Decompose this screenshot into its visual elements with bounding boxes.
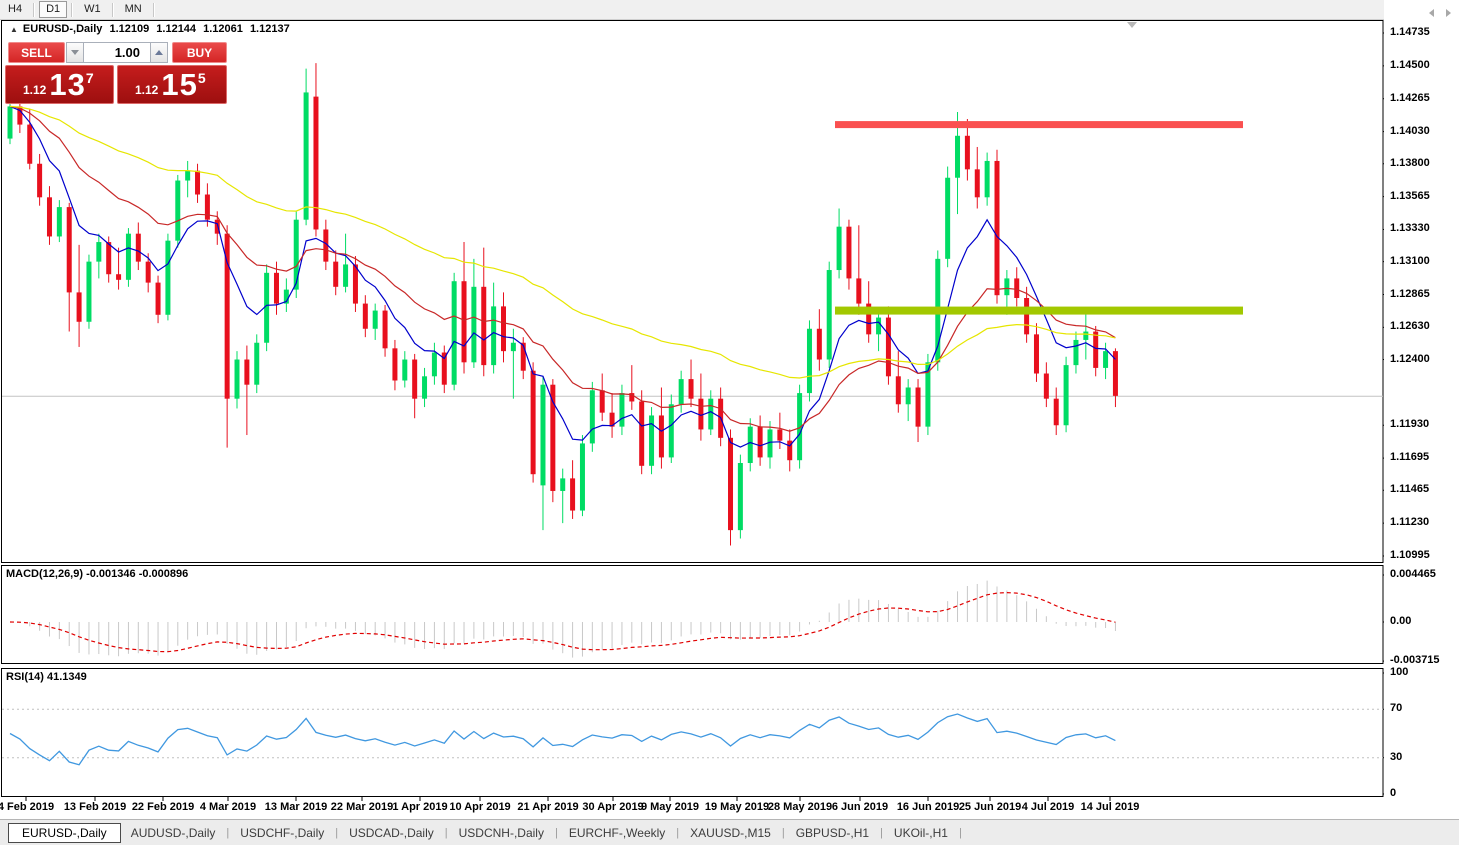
price-axis-label: 1.14030 — [1390, 125, 1430, 137]
sell-price-sup: 7 — [86, 70, 94, 86]
date-axis-label: 4 Mar 2019 — [200, 801, 256, 813]
date-axis-label: 19 May 2019 — [705, 801, 769, 813]
macd-indicator-label: MACD(12,26,9) -0.001346 -0.000896 — [6, 568, 188, 580]
price-axis-label: 1.12630 — [1390, 320, 1430, 332]
arrow-up-icon — [155, 50, 163, 55]
tab-separator: | — [226, 827, 229, 839]
chart-tab-bar: EURUSD-,DailyAUDUSD-,Daily|USDCHF-,Daily… — [0, 819, 1459, 845]
chart-tab-audusd[interactable]: AUDUSD-,Daily — [121, 824, 226, 842]
arrow-down-icon — [71, 50, 79, 55]
sell-price-prefix: 1.12 — [23, 83, 46, 97]
sell-price-big: 13 — [49, 67, 85, 103]
rsi-value: 41.1349 — [47, 671, 87, 683]
one-click-trading-panel: SELL BUY 1.12 13 7 1.12 15 5 — [5, 42, 227, 104]
sell-price-panel[interactable]: 1.12 13 7 — [5, 65, 114, 104]
ohlc-close: 1.12137 — [250, 23, 290, 35]
price-axis-label: 1.10995 — [1390, 549, 1430, 561]
chart-tab-eurusd[interactable]: EURUSD-,Daily — [8, 823, 121, 843]
price-axis-label: 1.11930 — [1390, 418, 1429, 430]
date-axis-label: 1 Apr 2019 — [392, 801, 447, 813]
date-axis-label: 14 Jul 2019 — [1081, 801, 1140, 813]
chart-tab-eurchf[interactable]: EURCHF-,Weekly — [559, 824, 675, 842]
price-axis-label: 1.11465 — [1390, 483, 1429, 495]
macd-values: -0.001346 -0.000896 — [86, 568, 188, 580]
chart-tab-usdcad[interactable]: USDCAD-,Daily — [339, 824, 444, 842]
volume-decrease-button[interactable] — [66, 42, 84, 63]
macd-axis-label: 0.004465 — [1390, 568, 1436, 580]
price-axis-label: 1.13800 — [1390, 157, 1430, 169]
tab-scroll-left-icon[interactable] — [1429, 9, 1434, 17]
buy-price-panel[interactable]: 1.12 15 5 — [117, 65, 227, 104]
macd-axis-label: -0.003715 — [1390, 654, 1440, 666]
rsi-indicator-label: RSI(14) 41.1349 — [6, 671, 87, 683]
macd-axis-label: 0.00 — [1390, 615, 1411, 627]
ohlc-high: 1.12144 — [156, 23, 196, 35]
date-axis-label: 4 Jul 2019 — [1022, 801, 1075, 813]
tab-separator: | — [676, 827, 679, 839]
chart-tab-usdcnh[interactable]: USDCNH-,Daily — [449, 824, 554, 842]
date-axis-label: 25 Jun 2019 — [959, 801, 1021, 813]
chart-shift-marker-icon[interactable] — [1127, 22, 1137, 28]
price-axis-label: 1.12400 — [1390, 353, 1430, 365]
tab-scroll-right-icon[interactable] — [1446, 9, 1451, 17]
chart-title: EURUSD-,Daily — [23, 23, 102, 35]
date-axis-label: 13 Feb 2019 — [64, 801, 126, 813]
buy-price-big: 15 — [161, 67, 197, 103]
sell-button[interactable]: SELL — [8, 42, 65, 63]
price-axis-label: 1.12865 — [1390, 288, 1430, 300]
date-axis-label: 22 Mar 2019 — [331, 801, 393, 813]
price-axis-label: 1.13100 — [1390, 255, 1430, 267]
chart-tab-ukoil[interactable]: UKOil-,H1 — [884, 824, 958, 842]
tab-separator: | — [782, 827, 785, 839]
volume-input[interactable] — [84, 42, 150, 63]
date-axis-label: 22 Feb 2019 — [132, 801, 194, 813]
chart-tab-gbpusd[interactable]: GBPUSD-,H1 — [786, 824, 879, 842]
chart-tab-xauusd[interactable]: XAUUSD-,M15 — [680, 824, 781, 842]
price-axis-label: 1.13565 — [1390, 190, 1430, 202]
rsi-axis-label: 30 — [1390, 751, 1402, 763]
collapse-triangle-icon[interactable]: ▲ — [10, 25, 18, 34]
date-axis-label: 21 Apr 2019 — [517, 801, 578, 813]
date-axis-label: 10 Apr 2019 — [449, 801, 510, 813]
price-axis-label: 1.13330 — [1390, 222, 1430, 234]
tab-separator: | — [555, 827, 558, 839]
chart-canvas[interactable] — [0, 0, 1459, 845]
date-axis-label: 16 Jun 2019 — [897, 801, 959, 813]
buy-price-sup: 5 — [198, 70, 206, 86]
rsi-axis-label: 100 — [1390, 666, 1408, 678]
ohlc-open: 1.12109 — [109, 23, 149, 35]
price-axis-label: 1.11230 — [1390, 516, 1429, 528]
price-axis-label: 1.11695 — [1390, 451, 1429, 463]
date-axis-label: 30 Apr 2019 — [582, 801, 643, 813]
date-axis-label: 28 May 2019 — [768, 801, 832, 813]
ohlc-low: 1.12061 — [203, 23, 243, 35]
trading-terminal-window: H4D1W1MN ▲EURUSD-,Daily 1.12109 1.12144 … — [0, 0, 1459, 845]
price-axis: 1.14735 1.14500 1.14265 1.14030 1.13800 1.135… — [1384, 0, 1459, 818]
volume-increase-button[interactable] — [150, 42, 168, 63]
price-axis-label: 1.14500 — [1390, 59, 1430, 71]
date-axis-label: 4 Feb 2019 — [0, 801, 54, 813]
price-axis-label: 1.14265 — [1390, 92, 1430, 104]
rsi-axis-label: 70 — [1390, 702, 1402, 714]
tab-scroll-arrows — [1429, 9, 1451, 17]
price-axis-label: 1.14735 — [1390, 26, 1430, 38]
date-axis-label: 13 Mar 2019 — [265, 801, 327, 813]
chart-header: ▲ EURUSD-,Daily 1.12109 1.12144 1.12061 1… — [10, 23, 294, 35]
date-axis-label: 6 Jun 2019 — [832, 801, 888, 813]
rsi-axis-label: 0 — [1390, 787, 1396, 799]
tab-separator: | — [335, 827, 338, 839]
chart-tab-usdchf[interactable]: USDCHF-,Daily — [230, 824, 334, 842]
tab-separator: | — [445, 827, 448, 839]
buy-button[interactable]: BUY — [172, 42, 227, 63]
tab-separator: | — [880, 827, 883, 839]
date-axis-label: 9 May 2019 — [641, 801, 699, 813]
tab-separator: | — [959, 827, 962, 839]
buy-price-prefix: 1.12 — [135, 83, 158, 97]
